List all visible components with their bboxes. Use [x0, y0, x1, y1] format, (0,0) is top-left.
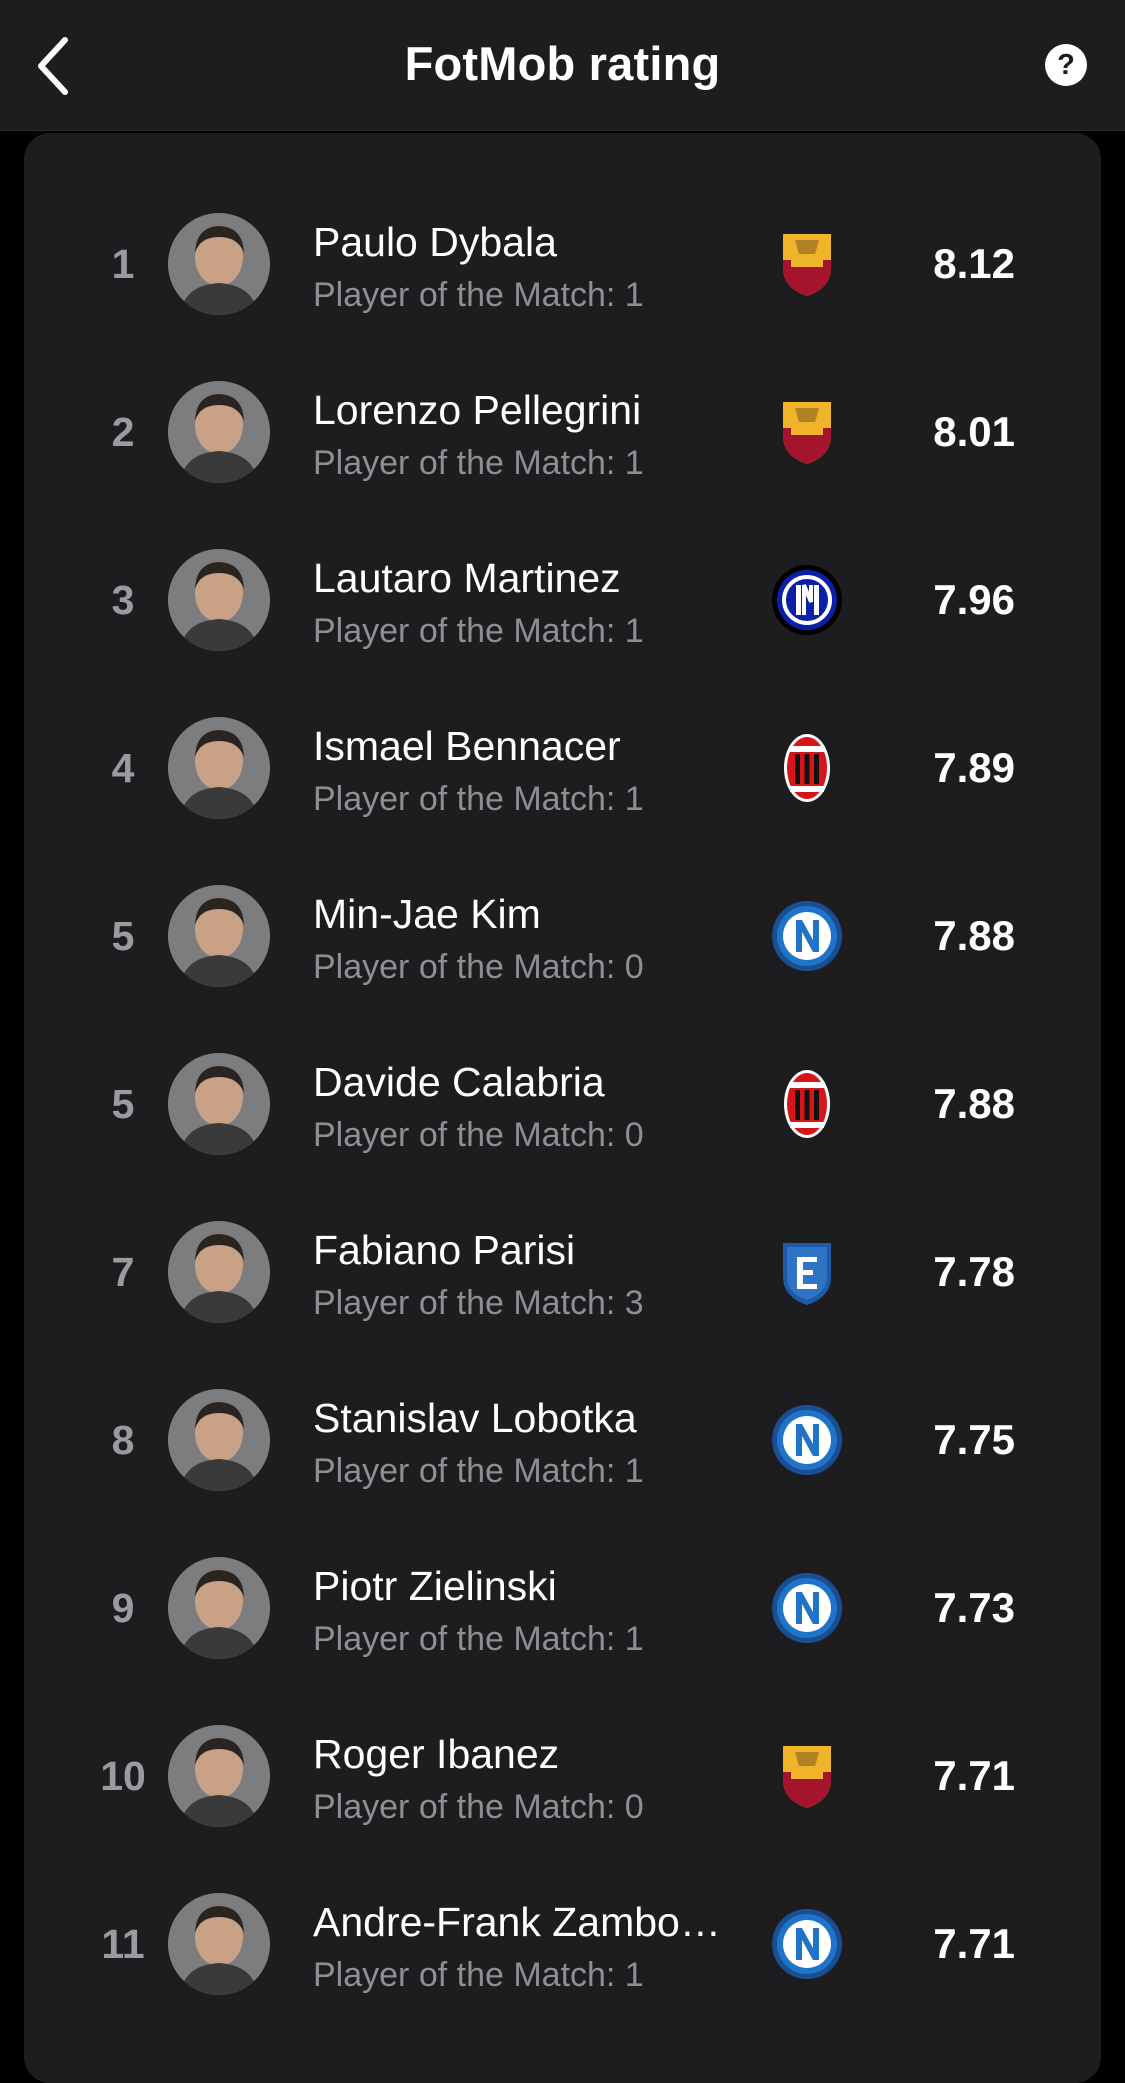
rating-value: 7.88 [933, 912, 1015, 959]
napoli-crest-icon [767, 1904, 847, 1984]
player-row[interactable]: 3 Lautaro Martinez Player of the Match: 1 7… [24, 516, 1101, 684]
rank-number: 11 [101, 1920, 145, 1967]
rank-number: 10 [100, 1752, 146, 1799]
player-row[interactable]: 7 Fabiano Parisi Player of the Match: 3 7.7… [24, 1188, 1101, 1356]
player-avatar [168, 885, 270, 987]
rating-value: 7.73 [933, 1584, 1015, 1631]
player-of-the-match-count: Player of the Match: 1 [313, 444, 644, 482]
rank-number: 8 [111, 1416, 135, 1463]
empoli-crest-icon [767, 1232, 847, 1312]
player-of-the-match-count: Player of the Match: 1 [313, 1956, 644, 1994]
help-icon[interactable]: ? [1045, 44, 1087, 86]
player-name: Paulo Dybala [313, 219, 557, 265]
napoli-crest-icon [767, 1400, 847, 1480]
player-name: Piotr Zielinski [313, 1563, 557, 1609]
player-name: Roger Ibanez [313, 1731, 560, 1777]
rating-value: 7.71 [933, 1752, 1015, 1799]
player-avatar [168, 1221, 270, 1323]
player-row[interactable]: 8 Stanislav Lobotka Player of the Match: 1… [24, 1356, 1101, 1524]
player-avatar [168, 1557, 270, 1659]
player-row[interactable]: 5 Davide Calabria Player of the Match: 0 7.… [24, 1020, 1101, 1188]
roma-crest-icon [767, 392, 847, 472]
rating-value: 7.78 [933, 1248, 1015, 1295]
rank-number: 5 [111, 912, 135, 959]
rating-value: 8.01 [933, 408, 1015, 455]
player-name: Lautaro Martinez [313, 555, 621, 601]
player-of-the-match-count: Player of the Match: 1 [313, 612, 644, 650]
rank-number: 3 [111, 576, 135, 623]
player-name: Lorenzo Pellegrini [313, 387, 642, 433]
player-of-the-match-count: Player of the Match: 1 [313, 780, 644, 818]
player-avatar [168, 381, 270, 483]
player-avatar [168, 1893, 270, 1995]
roma-crest-icon [767, 224, 847, 304]
milan-crest-icon [767, 728, 847, 808]
milan-crest-icon [767, 1064, 847, 1144]
player-name: Andre-Frank Zambo… [313, 1899, 721, 1945]
roma-crest-icon [767, 1736, 847, 1816]
player-of-the-match-count: Player of the Match: 0 [313, 1788, 644, 1826]
player-of-the-match-count: Player of the Match: 3 [313, 1284, 644, 1322]
player-row[interactable]: 9 Piotr Zielinski Player of the Match: 1 7.… [24, 1524, 1101, 1692]
player-avatar [168, 717, 270, 819]
rating-value: 7.88 [933, 1080, 1015, 1127]
rank-number: 5 [111, 1080, 135, 1127]
player-avatar [168, 1389, 270, 1491]
napoli-crest-icon [767, 896, 847, 976]
player-avatar [168, 1053, 270, 1155]
player-of-the-match-count: Player of the Match: 0 [313, 948, 644, 986]
player-avatar [168, 213, 270, 315]
player-row[interactable]: 1 Paulo Dybala Player of the Match: 1 8.12 [24, 180, 1101, 348]
player-row[interactable]: 2 Lorenzo Pellegrini Player of the Match: … [24, 348, 1101, 516]
player-name: Stanislav Lobotka [313, 1395, 637, 1441]
player-of-the-match-count: Player of the Match: 0 [313, 1116, 644, 1154]
player-name: Ismael Bennacer [313, 723, 621, 769]
rating-value: 7.71 [933, 1920, 1015, 1967]
rank-number: 2 [111, 408, 135, 455]
rank-number: 9 [111, 1584, 135, 1631]
inter-crest-icon [767, 560, 847, 640]
player-of-the-match-count: Player of the Match: 1 [313, 1620, 644, 1658]
rating-list: 1 Paulo Dybala Player of the Match: 1 8.12 2… [24, 133, 1101, 2083]
player-of-the-match-count: Player of the Match: 1 [313, 1452, 644, 1490]
rank-number: 4 [111, 744, 135, 791]
rating-value: 7.96 [933, 576, 1015, 623]
rating-value: 7.75 [933, 1416, 1015, 1463]
player-row[interactable]: 4 Ismael Bennacer Player of the Match: 1 7.… [24, 684, 1101, 852]
page-title: FotMob rating [404, 37, 721, 90]
rank-number: 7 [111, 1248, 135, 1295]
napoli-crest-icon [767, 1568, 847, 1648]
rating-value: 7.89 [933, 744, 1015, 791]
player-avatar [168, 1725, 270, 1827]
player-row[interactable]: 11 Andre-Frank Zambo… Player of the Match:… [24, 1860, 1101, 2028]
rating-value: 8.12 [933, 240, 1015, 287]
player-of-the-match-count: Player of the Match: 1 [313, 276, 644, 314]
player-row[interactable]: 5 Min-Jae Kim Player of the Match: 0 7.88 [24, 852, 1101, 1020]
player-name: Fabiano Parisi [313, 1227, 576, 1273]
player-row[interactable]: 10 Roger Ibanez Player of the Match: 0 7.71 [24, 1692, 1101, 1860]
rank-number: 1 [111, 240, 135, 287]
player-avatar [168, 549, 270, 651]
player-name: Min-Jae Kim [313, 891, 541, 937]
help-icon-label: ? [1057, 48, 1075, 81]
navigation-bar: FotMob rating ? [0, 0, 1125, 131]
player-name: Davide Calabria [313, 1059, 605, 1105]
